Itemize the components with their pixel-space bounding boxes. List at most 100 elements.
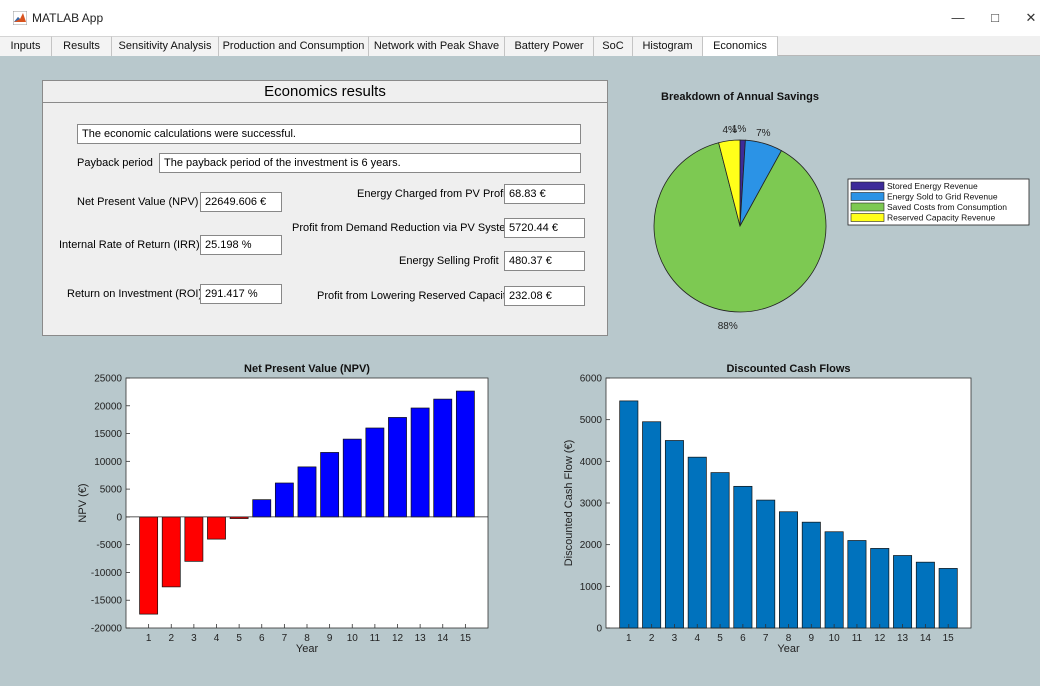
- npv-bar-3: [184, 516, 204, 562]
- npv-ytick-label-6: 0: [116, 512, 122, 523]
- npv-bar-6: [252, 499, 272, 518]
- npv-xtick-label-9: 9: [327, 633, 333, 644]
- npv-xtick-label-13: 13: [415, 633, 427, 644]
- dcf-bar-2: [642, 421, 662, 629]
- energy-selling-profit-field[interactable]: 480.37 €: [504, 251, 585, 271]
- dcf-xtick-label-14: 14: [920, 633, 932, 644]
- economics-tab-content: Economics results The economic calculati…: [0, 56, 1040, 686]
- status-field[interactable]: The economic calculations were successfu…: [77, 124, 581, 144]
- npv-xtick-label-3: 3: [191, 633, 197, 644]
- dcf-ytick-label-1: 6000: [580, 374, 603, 385]
- legend-entry-1: Stored Energy Revenue: [887, 181, 978, 191]
- npv-ytick-label-10: -20000: [91, 624, 123, 635]
- tab-histogram[interactable]: Histogram: [633, 36, 703, 56]
- npv-bar-chart: Net Present Value (NPV)25000200001500010…: [77, 363, 489, 655]
- legend-swatch-2: [850, 192, 885, 201]
- dcf-bar-14: [915, 561, 935, 629]
- npv-bar-2: [161, 516, 181, 588]
- npv-bar-13: [410, 407, 430, 518]
- npv-xtick-label-14: 14: [437, 633, 449, 644]
- dcf-ytick-label-6: 1000: [580, 582, 603, 593]
- tab-soc[interactable]: SoC: [594, 36, 633, 56]
- dcf-xtick-label-13: 13: [897, 633, 909, 644]
- tab-sensitivity-analysis[interactable]: Sensitivity Analysis: [112, 36, 219, 56]
- tab-network-with-peak-shave[interactable]: Network with Peak Shave: [369, 36, 505, 56]
- dcf-bar-10: [824, 531, 844, 629]
- pv-charged-profit-label: Energy Charged from PV Profit: [357, 188, 509, 200]
- pv-charged-profit-field[interactable]: 68.83 €: [504, 184, 585, 204]
- dcf-xtick-label-5: 5: [717, 633, 723, 644]
- pie-slice-label-2: 7%: [756, 128, 771, 139]
- tab-results[interactable]: Results: [52, 36, 112, 56]
- npv-bar-10: [342, 438, 362, 518]
- legend-swatch-4: [850, 213, 885, 222]
- demand-reduction-profit-field[interactable]: 5720.44 €: [504, 218, 585, 238]
- tab-economics[interactable]: Economics: [703, 36, 778, 57]
- npv-xtick-label-10: 10: [347, 633, 359, 644]
- pie-slice-label-4: 4%: [722, 125, 737, 136]
- dcf-bar-15: [938, 568, 958, 629]
- dcf-bar-13: [893, 555, 913, 629]
- dcf-xtick-label-4: 4: [694, 633, 700, 644]
- npv-xtick-label-1: 1: [146, 633, 152, 644]
- irr-label: Internal Rate of Return (IRR): [59, 239, 200, 251]
- npv-xtick-label-5: 5: [236, 633, 242, 644]
- npv-title: Net Present Value (NPV): [244, 363, 370, 375]
- npv-label: Net Present Value (NPV): [77, 196, 199, 208]
- npv-xtick-label-12: 12: [392, 633, 404, 644]
- legend-entry-4: Reserved Capacity Revenue: [887, 213, 995, 223]
- dcf-bar-11: [847, 540, 867, 629]
- dcf-bar-7: [756, 499, 776, 629]
- dcf-xtick-label-12: 12: [874, 633, 886, 644]
- npv-ytick-label-8: -10000: [91, 568, 123, 579]
- npv-bar-1: [139, 516, 159, 615]
- reserved-capacity-profit-label: Profit from Lowering Reserved Capacity: [317, 290, 512, 302]
- dcf-xtick-label-15: 15: [943, 633, 955, 644]
- npv-bar-4: [207, 516, 226, 540]
- npv-ytick-label-7: -5000: [96, 540, 122, 551]
- dcf-xtick-label-9: 9: [809, 633, 815, 644]
- reserved-capacity-profit-field[interactable]: 232.08 €: [504, 286, 585, 306]
- tab-bar: Inputs Results Sensitivity Analysis Prod…: [0, 36, 1040, 57]
- pie-slice-label-3: 88%: [718, 321, 738, 332]
- dcf-xtick-label-6: 6: [740, 633, 746, 644]
- panel-title: Economics results: [43, 81, 607, 103]
- dcf-ytick-label-4: 3000: [580, 499, 603, 510]
- tab-battery-power[interactable]: Battery Power: [505, 36, 594, 56]
- dcf-title: Discounted Cash Flows: [726, 363, 850, 375]
- dcf-ylabel: Discounted Cash Flow (€): [563, 440, 575, 567]
- npv-bar-7: [274, 482, 294, 518]
- payback-field[interactable]: The payback period of the investment is …: [159, 153, 581, 173]
- npv-bar-12: [388, 417, 407, 518]
- npv-bar-14: [433, 398, 453, 518]
- close-button[interactable]: ✕: [1016, 8, 1040, 28]
- npv-ytick-label-2: 20000: [94, 401, 122, 412]
- npv-xtick-label-6: 6: [259, 633, 265, 644]
- tab-inputs[interactable]: Inputs: [0, 36, 52, 56]
- dcf-bar-3: [664, 440, 684, 629]
- npv-xtick-label-2: 2: [168, 633, 174, 644]
- legend-entry-2: Energy Sold to Grid Revenue: [887, 192, 998, 202]
- discounted-cash-flows-bar-chart: Discounted Cash Flows 6000 5000 4000 3000 200…: [563, 363, 972, 655]
- tab-production-and-consumption[interactable]: Production and Consumption: [219, 36, 369, 56]
- matlab-logo-icon: [13, 11, 27, 25]
- title-bar: MATLAB App — □ ✕: [0, 0, 1040, 36]
- npv-xtick-label-7: 7: [282, 633, 288, 644]
- legend-swatch-1: [850, 181, 885, 191]
- maximize-button[interactable]: □: [980, 8, 1010, 28]
- npv-xlabel: Year: [296, 643, 319, 655]
- roi-field[interactable]: 291.417 %: [200, 284, 282, 304]
- dcf-bar-5: [710, 472, 730, 629]
- npv-field[interactable]: 22649.606 €: [200, 192, 282, 212]
- dcf-ytick-label-5: 2000: [580, 540, 603, 551]
- npv-xtick-label-11: 11: [370, 633, 381, 644]
- irr-field[interactable]: 25.198 %: [200, 235, 282, 255]
- dcf-xtick-label-7: 7: [763, 633, 769, 644]
- npv-xtick-label-15: 15: [460, 633, 472, 644]
- npv-ytick-label-9: -15000: [91, 596, 123, 607]
- npv-ytick-label-1: 25000: [94, 374, 122, 385]
- minimize-button[interactable]: —: [943, 8, 973, 28]
- economics-results-panel: Economics results The economic calculati…: [42, 80, 608, 336]
- dcf-bar-4: [687, 456, 707, 629]
- roi-label: Return on Investment (ROI): [67, 288, 203, 300]
